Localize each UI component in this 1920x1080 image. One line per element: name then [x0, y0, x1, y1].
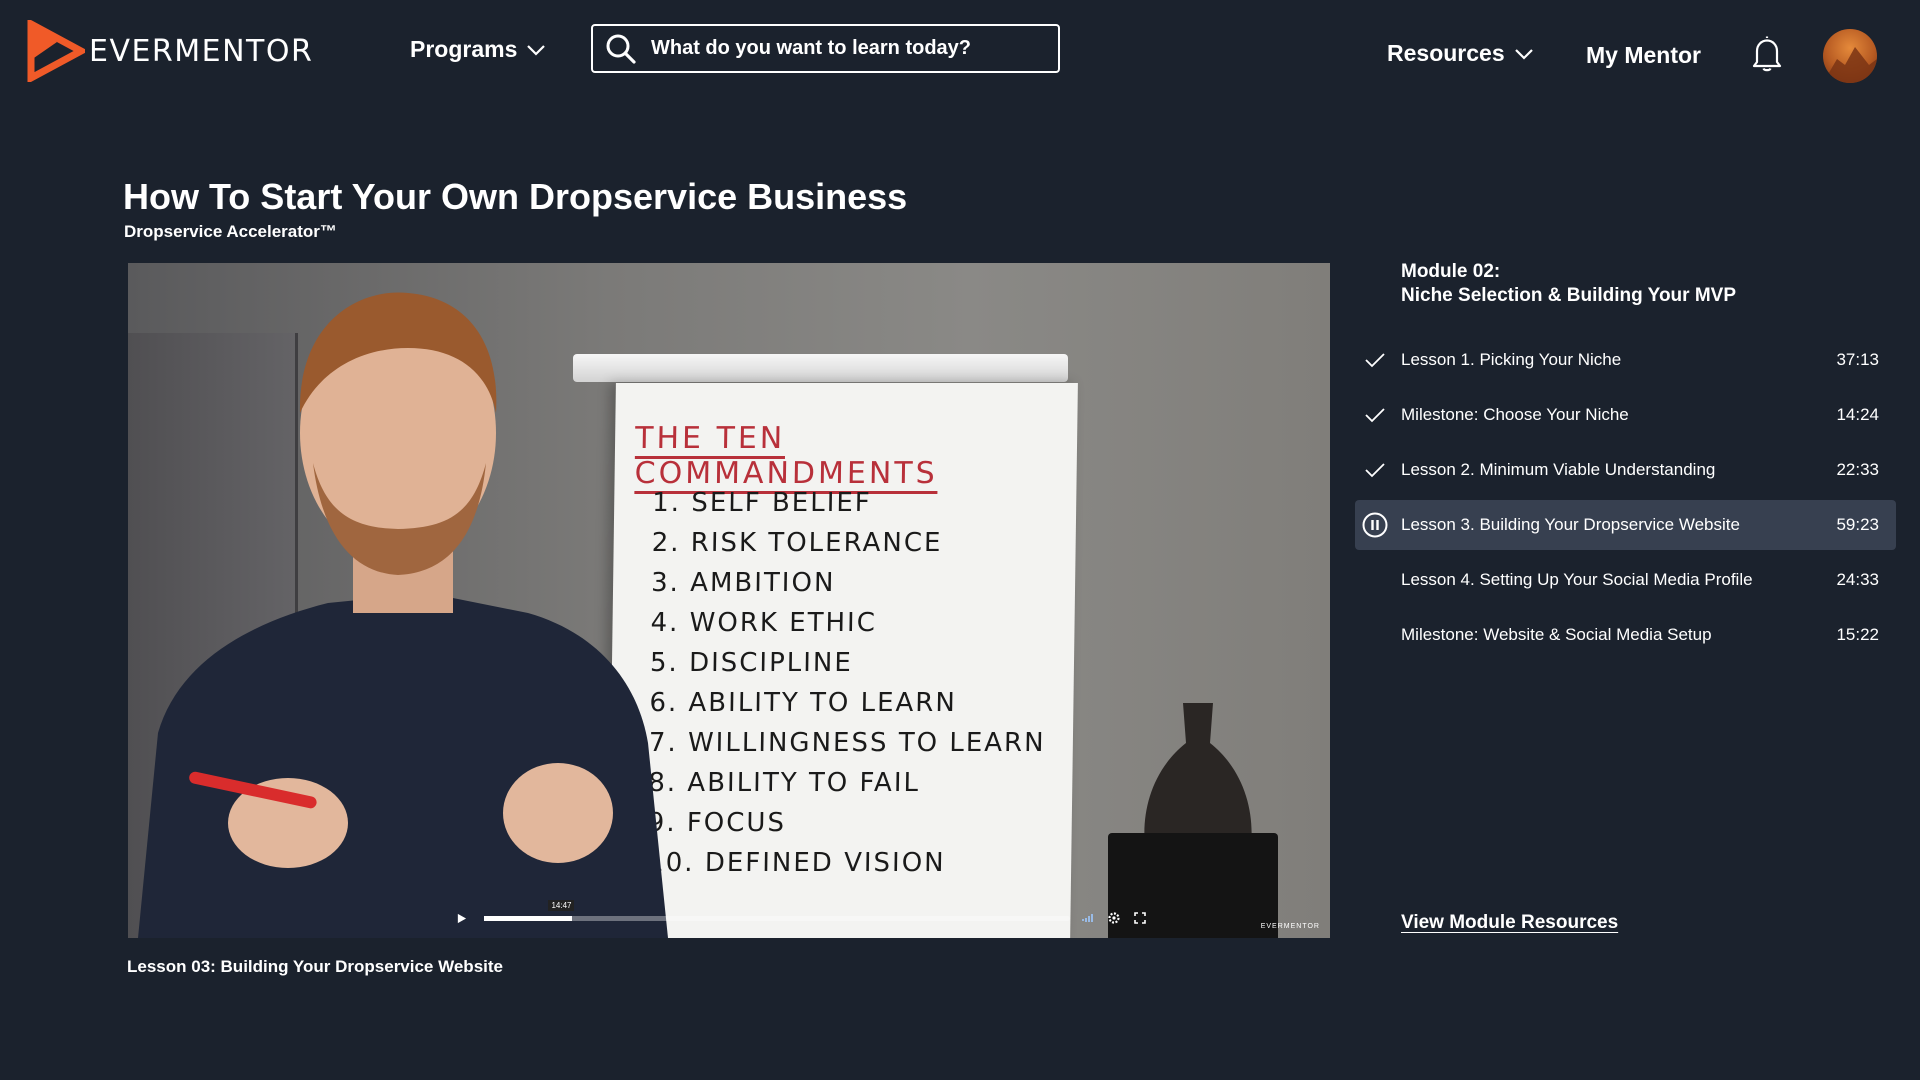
lesson-title: Lesson 1. Picking Your Niche: [1401, 350, 1622, 369]
settings-gear-icon[interactable]: [1106, 910, 1122, 926]
lesson-duration: 22:33: [1836, 460, 1879, 479]
video-player[interactable]: THE TEN COMMANDMENTS 1. SELF BELIEF 2. R…: [128, 263, 1330, 938]
video-controls[interactable]: 14:47: [448, 899, 1148, 933]
lesson-item[interactable]: Lesson 2. Minimum Viable Understanding 2…: [1355, 445, 1896, 495]
video-watermark: EVERMENTOR: [1260, 923, 1320, 930]
lesson-item[interactable]: Milestone: Choose Your Niche 14:24: [1355, 390, 1896, 440]
lesson-item[interactable]: Lesson 1. Picking Your Niche 37:13: [1355, 335, 1896, 385]
brand-name: EVERMENTOR: [89, 33, 314, 69]
checkmark-icon: [1365, 463, 1385, 478]
checkmark-icon: [1365, 353, 1385, 368]
module-label: Module 02:: [1401, 261, 1501, 282]
checkmark-icon: [1365, 408, 1385, 423]
pause-circle-icon[interactable]: [1362, 512, 1388, 538]
lesson-item-active[interactable]: Lesson 3. Building Your Dropservice Webs…: [1355, 500, 1896, 550]
nav-resources-label: Resources: [1387, 40, 1505, 66]
lesson-duration: 59:23: [1836, 515, 1879, 534]
nav-programs-label: Programs: [410, 36, 518, 62]
nav-resources[interactable]: Resources: [1387, 40, 1533, 67]
module-name: Niche Selection & Building Your MVP: [1401, 285, 1737, 306]
logo-play-icon: [27, 20, 85, 82]
lesson-duration: 24:33: [1836, 570, 1879, 589]
video-current-time: 14:47: [548, 899, 575, 911]
chevron-down-icon: [1514, 48, 1533, 60]
lesson-item[interactable]: Lesson 4. Setting Up Your Social Media P…: [1355, 555, 1896, 605]
view-module-resources-link[interactable]: View Module Resources: [1401, 912, 1618, 934]
play-icon: [457, 913, 466, 923]
bell-icon[interactable]: [1751, 35, 1783, 73]
avatar[interactable]: [1823, 29, 1877, 83]
lesson-item[interactable]: Milestone: Website & Social Media Setup …: [1355, 610, 1896, 660]
play-button[interactable]: [448, 905, 474, 931]
nav-my-mentor[interactable]: My Mentor: [1586, 42, 1701, 69]
search-icon: [606, 34, 636, 64]
page-title: How To Start Your Own Dropservice Busine…: [123, 176, 908, 217]
video-caption: Lesson 03: Building Your Dropservice Web…: [127, 957, 503, 976]
chevron-down-icon: [527, 44, 546, 56]
lesson-title: Lesson 2. Minimum Viable Understanding: [1401, 460, 1716, 479]
search-input[interactable]: [651, 37, 1041, 60]
lesson-duration: 15:22: [1836, 625, 1879, 644]
brand-logo[interactable]: EVERMENTOR: [27, 20, 313, 82]
lesson-title: Milestone: Website & Social Media Setup: [1401, 625, 1712, 644]
video-progress-bar[interactable]: 14:47: [484, 899, 1070, 921]
lesson-title: Lesson 4. Setting Up Your Social Media P…: [1401, 570, 1753, 589]
search-box[interactable]: [591, 24, 1060, 73]
volume-icon[interactable]: [1080, 910, 1096, 926]
avatar-image: [1823, 47, 1877, 83]
fullscreen-icon[interactable]: [1132, 910, 1148, 926]
lesson-duration: 14:24: [1836, 405, 1879, 424]
lesson-list: Lesson 1. Picking Your Niche 37:13 Miles…: [1355, 335, 1896, 665]
program-name: Dropservice Accelerator™: [124, 222, 337, 241]
lesson-title: Lesson 3. Building Your Dropservice Webs…: [1401, 515, 1740, 534]
presenter-figure: [138, 292, 668, 938]
lesson-title: Milestone: Choose Your Niche: [1401, 405, 1629, 424]
lesson-duration: 37:13: [1836, 350, 1879, 369]
video-progress-fill: [484, 915, 572, 921]
nav-programs[interactable]: Programs: [410, 36, 546, 63]
